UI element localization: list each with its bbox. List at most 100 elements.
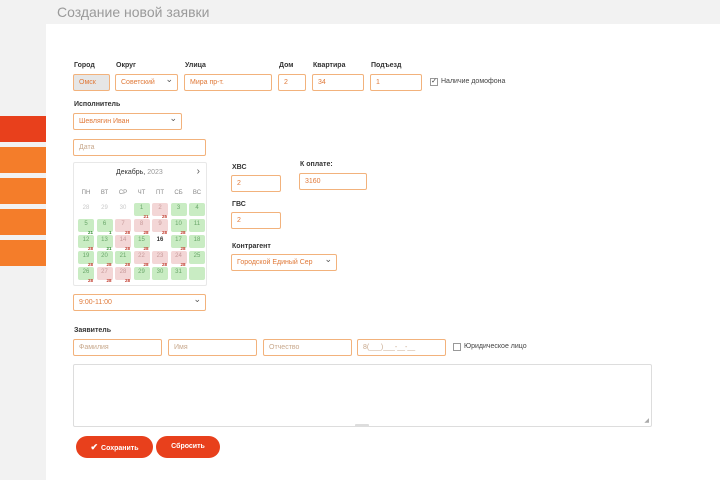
calendar-day-count: 28	[106, 278, 112, 283]
calendar-weekday: ВС	[192, 190, 202, 196]
calendar-day[interactable]: 25	[189, 251, 205, 264]
calendar-day[interactable]: 3	[170, 203, 187, 216]
district-select[interactable]: Советский	[115, 74, 178, 91]
calendar-day[interactable]: 13 21	[96, 235, 113, 251]
city-label: Город	[74, 62, 95, 69]
calendar-day[interactable]: 10 28	[170, 219, 187, 235]
calendar-day[interactable]: 61	[96, 219, 113, 235]
legal-entity-label: Юридическое лицо	[464, 343, 527, 350]
calendar-day-number: 11	[193, 221, 201, 227]
comment-textarea[interactable]: ◢	[73, 364, 652, 427]
side-nav-tab[interactable]	[0, 178, 46, 204]
patronymic-input[interactable]: Отчество	[263, 339, 352, 356]
calendar-day[interactable]: 30	[152, 267, 168, 280]
calendar-day: 29	[97, 203, 113, 216]
calendar-day[interactable]: 9 28	[152, 219, 168, 235]
calendar-day[interactable]: 15 28	[133, 235, 150, 251]
calendar-day[interactable]: 12 28	[78, 235, 94, 251]
side-nav-tab[interactable]	[0, 147, 46, 173]
contractor-label: Контрагент	[232, 243, 271, 250]
calendar-day[interactable]: 20 28	[96, 251, 113, 267]
calendar-day[interactable]: 16	[152, 235, 168, 248]
page-title: Создание новой заявки	[57, 4, 210, 20]
intercom-checkbox[interactable]: ✓	[430, 78, 438, 86]
to-pay-input[interactable]: 3160	[299, 173, 367, 190]
calendar-day[interactable]: 24 28	[170, 251, 187, 267]
date-input[interactable]: Дата	[73, 139, 206, 156]
calendar-day-number: 10	[175, 221, 182, 227]
calendar-day-number: 21	[119, 253, 127, 259]
calendar-weekday: ВТ	[100, 190, 109, 196]
calendar-day[interactable]: 18	[189, 235, 205, 248]
calendar-day-number: 29	[101, 205, 108, 211]
street-label: Улица	[185, 62, 206, 69]
check-icon: ✔	[90, 442, 99, 452]
calendar-day-number: 5	[84, 221, 88, 227]
calendar-day[interactable]: 27 28	[96, 267, 113, 283]
house-label: Дом	[279, 62, 294, 69]
calendar-day-number: 17	[175, 237, 182, 243]
calendar-day-number: 8	[139, 221, 144, 227]
side-nav-tab[interactable]	[0, 240, 46, 266]
calendar-day[interactable]: 17 28	[170, 235, 187, 251]
calendar-day[interactable]: 28 28	[115, 267, 131, 283]
legal-entity-checkbox[interactable]	[453, 343, 461, 351]
calendar-day-number: 24	[175, 253, 182, 259]
calendar-day-number: 1	[139, 205, 144, 211]
calendar-day[interactable]: 11	[189, 219, 205, 232]
calendar-day: 28	[78, 203, 94, 216]
calendar-day-number: 13	[101, 237, 108, 243]
calendar-day[interactable]: 21 28	[115, 251, 131, 267]
time-slot-select[interactable]: 9:00-11:00	[73, 294, 206, 311]
cold-water-input[interactable]: 2	[231, 175, 281, 192]
calendar-day[interactable]: 14 28	[115, 235, 131, 251]
phone-input[interactable]: 8(___)___-__-__	[357, 339, 446, 356]
street-input[interactable]: Мира пр-т.	[184, 74, 272, 91]
save-button-label: Сохранить	[101, 445, 139, 452]
side-nav-tab-active[interactable]	[0, 116, 46, 142]
calendar-day[interactable]: 31	[170, 267, 187, 280]
save-button[interactable]: ✔ Сохранить	[76, 436, 153, 458]
calendar-day-number: 7	[121, 221, 125, 227]
apartment-input[interactable]: 34	[312, 74, 364, 91]
calendar-day-number: 16	[156, 237, 164, 243]
calendar-weekday: ЧТ	[137, 190, 146, 196]
house-input[interactable]: 2	[278, 74, 306, 91]
calendar-day-number: 28	[119, 269, 127, 275]
calendar-day[interactable]: 23 28	[152, 251, 168, 267]
calendar-day[interactable]: 29	[133, 267, 150, 280]
chevron-right-icon[interactable]: ›	[197, 166, 200, 177]
district-label: Округ	[116, 62, 136, 69]
last-name-input[interactable]: Фамилия	[73, 339, 162, 356]
calendar-day[interactable]: 8 28	[133, 219, 150, 235]
calendar-day-number: 22	[138, 253, 145, 259]
calendar-day[interactable]: 4	[189, 203, 205, 216]
calendar-day[interactable]: 22 28	[133, 251, 150, 267]
side-nav-tab[interactable]	[0, 209, 46, 235]
resize-handle-icon[interactable]: ◢	[644, 417, 649, 424]
calendar-day-number: 30	[156, 269, 164, 275]
calendar-day[interactable]: 26 28	[78, 267, 94, 283]
executor-select[interactable]: Шевлягин Иван	[73, 113, 182, 130]
calendar-day-number: 28	[82, 205, 90, 211]
hot-water-input[interactable]: 2	[231, 212, 281, 229]
calendar-day[interactable]: 5 21	[78, 219, 94, 235]
calendar-day-number: 26	[82, 269, 90, 275]
calendar-day[interactable]: 1 21	[133, 203, 150, 219]
entrance-label: Подъезд	[371, 62, 402, 69]
calendar-weekday: СР	[118, 190, 128, 196]
calendar-year: 2023	[147, 169, 163, 176]
calendar-day[interactable]	[189, 267, 205, 280]
reset-button[interactable]: Сбросить	[156, 436, 220, 458]
first-name-input[interactable]: Имя	[168, 339, 257, 356]
entrance-input[interactable]: 1	[370, 74, 422, 91]
contractor-select[interactable]: Городской Единый Сер	[231, 254, 337, 271]
calendar-day-number: 23	[156, 253, 164, 259]
calendar-day[interactable]: 19 28	[78, 251, 94, 267]
calendar-weekday: СБ	[174, 190, 183, 196]
scrollbar[interactable]	[355, 424, 369, 427]
calendar-day[interactable]: 2 25	[152, 203, 168, 219]
cold-water-label: ХВС	[232, 164, 247, 171]
calendar-day: 30	[115, 203, 131, 216]
calendar-day[interactable]: 7 28	[115, 219, 131, 235]
